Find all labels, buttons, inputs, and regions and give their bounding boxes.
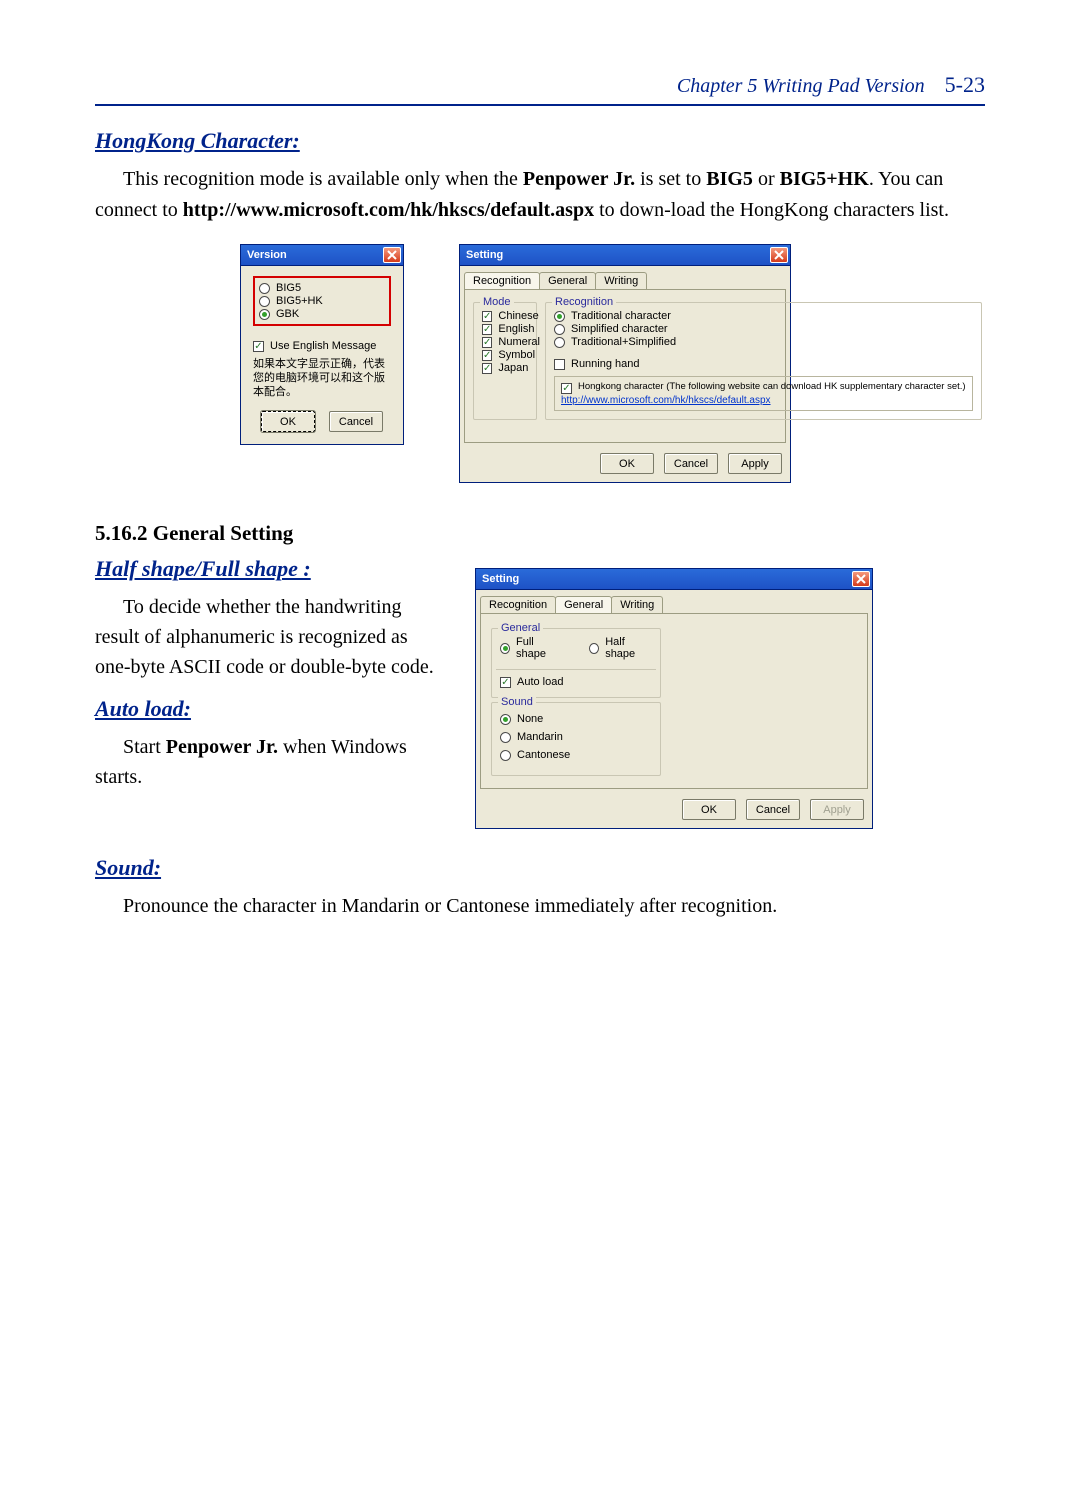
radio-big5-label: BIG5: [276, 282, 301, 294]
general-legend: General: [498, 622, 543, 634]
check-numeral[interactable]: Numeral: [482, 336, 528, 348]
sound-legend: Sound: [498, 696, 536, 708]
check-symbol-label: Symbol: [498, 349, 535, 361]
setting2-cancel-button[interactable]: Cancel: [746, 799, 800, 820]
sound-group: Sound None Mandarin Cantonese: [491, 702, 661, 776]
check-running-hand-label: Running hand: [571, 358, 640, 370]
tab-recognition[interactable]: Recognition: [480, 596, 556, 613]
check-japan[interactable]: Japan: [482, 362, 528, 374]
hk-link-box: Hongkong character (The following websit…: [554, 376, 973, 411]
radio-halfshape[interactable]: Half shape: [589, 636, 652, 660]
recognition-legend: Recognition: [552, 296, 616, 308]
radio-sound-cantonese[interactable]: Cantonese: [500, 749, 652, 761]
radio-sound-mandarin[interactable]: Mandarin: [500, 731, 652, 743]
hk-paragraph: This recognition mode is available only …: [95, 164, 985, 226]
radio-big5hk-label: BIG5+HK: [276, 295, 323, 307]
setting-titlebar: Setting: [459, 244, 791, 266]
radio-sound-none-label: None: [517, 713, 543, 725]
radio-fullshape[interactable]: Full shape: [500, 636, 561, 660]
mode-legend: Mode: [480, 296, 514, 308]
setting2-ok-button[interactable]: OK: [682, 799, 736, 820]
check-hongkong[interactable]: Hongkong character (The following websit…: [561, 382, 966, 394]
version-dialog: Version BIG5 BIG5+HK GBK Use English Mes…: [240, 244, 404, 483]
radio-gbk[interactable]: GBK: [259, 308, 387, 320]
close-icon[interactable]: [770, 247, 788, 263]
setting-title: Setting: [466, 249, 503, 261]
radio-traditional[interactable]: Traditional character: [554, 310, 973, 322]
autoload-heading: Auto load:: [95, 696, 445, 722]
radio-gbk-label: GBK: [276, 308, 299, 320]
setting2-title: Setting: [482, 573, 519, 585]
hk-heading: HongKong Character:: [95, 128, 985, 154]
radio-sound-none[interactable]: None: [500, 713, 652, 725]
check-english[interactable]: English: [482, 323, 528, 335]
radio-big5[interactable]: BIG5: [259, 282, 387, 294]
setting-dialog: Setting Recognition General Writing Mode…: [459, 244, 791, 483]
chapter-label: Chapter 5 Writing Pad Version: [677, 75, 925, 98]
tab-writing[interactable]: Writing: [595, 272, 647, 289]
radio-tradsimp-label: Traditional+Simplified: [571, 336, 676, 348]
page-number: 5-23: [945, 72, 985, 98]
check-chinese-label: Chinese: [498, 310, 538, 322]
mode-group: Mode Chinese English Numeral Symbol Japa…: [473, 302, 537, 420]
check-symbol[interactable]: Symbol: [482, 349, 528, 361]
version-cancel-button[interactable]: Cancel: [329, 411, 383, 432]
hkscs-link[interactable]: http://www.microsoft.com/hk/hkscs/defaul…: [561, 395, 966, 406]
check-japan-label: Japan: [498, 362, 528, 374]
radio-tradsimp[interactable]: Traditional+Simplified: [554, 336, 973, 348]
check-use-english-label: Use English Message: [270, 340, 376, 352]
close-icon[interactable]: [852, 571, 870, 587]
setting2-apply-button[interactable]: Apply: [810, 799, 864, 820]
version-title: Version: [247, 249, 287, 261]
autoload-paragraph: Start Penpower Jr. when Windows starts.: [95, 732, 445, 792]
version-group-highlight: BIG5 BIG5+HK GBK: [253, 276, 391, 326]
check-english-label: English: [498, 323, 534, 335]
radio-fullshape-label: Full shape: [516, 636, 561, 660]
radio-sound-cantonese-label: Cantonese: [517, 749, 570, 761]
check-autoload[interactable]: Auto load: [500, 676, 652, 688]
sound-heading: Sound:: [95, 855, 985, 881]
setting-apply-button[interactable]: Apply: [728, 453, 782, 474]
radio-big5hk[interactable]: BIG5+HK: [259, 295, 387, 307]
radio-sound-mandarin-label: Mandarin: [517, 731, 563, 743]
radio-simplified[interactable]: Simplified character: [554, 323, 973, 335]
radio-traditional-label: Traditional character: [571, 310, 671, 322]
tab-general[interactable]: General: [555, 596, 612, 613]
setting-general-dialog: Setting Recognition General Writing Gene…: [475, 568, 873, 829]
cjk-note: 如果本文字显示正确，代表您的电脑环境可以和这个版本配合。: [253, 358, 391, 399]
check-running-hand[interactable]: Running hand: [554, 358, 973, 370]
halfshape-paragraph: To decide whether the handwriting result…: [95, 592, 445, 682]
check-autoload-label: Auto load: [517, 676, 563, 688]
version-ok-button[interactable]: OK: [261, 411, 315, 432]
check-numeral-label: Numeral: [498, 336, 540, 348]
halfshape-heading: Half shape/Full shape :: [95, 556, 445, 582]
version-titlebar: Version: [240, 244, 404, 266]
setting-ok-button[interactable]: OK: [600, 453, 654, 474]
general-setting-title: 5.16.2 General Setting: [95, 521, 985, 546]
tab-writing[interactable]: Writing: [611, 596, 663, 613]
radio-simplified-label: Simplified character: [571, 323, 668, 335]
recognition-group: Recognition Traditional character Simpli…: [545, 302, 982, 420]
tab-general[interactable]: General: [539, 272, 596, 289]
tab-recognition[interactable]: Recognition: [464, 272, 540, 289]
setting-cancel-button[interactable]: Cancel: [664, 453, 718, 474]
header-rule: [95, 104, 985, 106]
check-chinese[interactable]: Chinese: [482, 310, 528, 322]
check-use-english[interactable]: Use English Message: [253, 340, 391, 352]
radio-halfshape-label: Half shape: [605, 636, 652, 660]
check-hongkong-label: Hongkong character (The following websit…: [578, 382, 966, 393]
general-group: General Full shape Half shape Auto load: [491, 628, 661, 698]
close-icon[interactable]: [383, 247, 401, 263]
sound-paragraph: Pronounce the character in Mandarin or C…: [95, 891, 985, 922]
setting2-titlebar: Setting: [475, 568, 873, 590]
